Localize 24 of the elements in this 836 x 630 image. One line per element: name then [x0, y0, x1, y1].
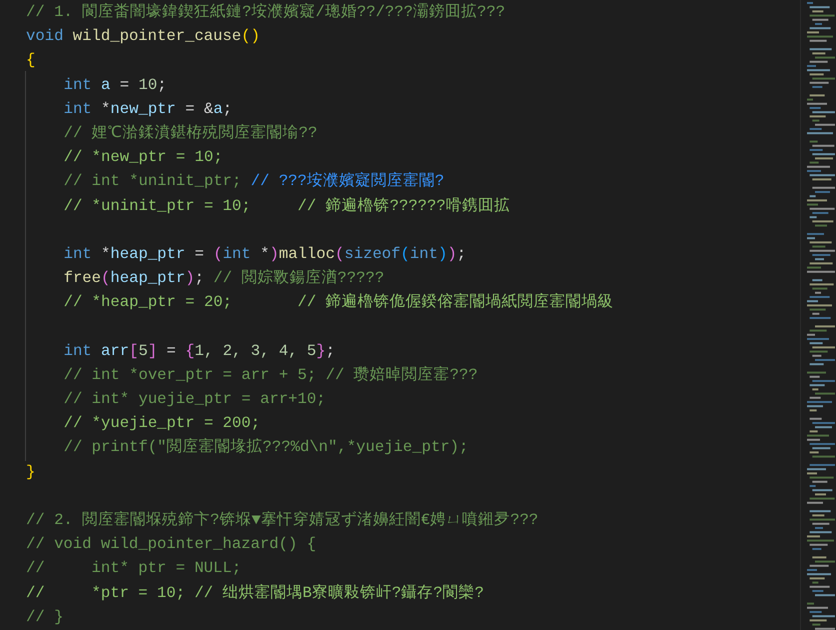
code-line: free(heap_ptr); // 閲婃斁鍚庢湭????? [64, 268, 384, 290]
code-line: // 娌℃湁鍒濆鍖栫殑閲庢寚閽堬?? [64, 122, 318, 144]
code-line: // *ptr = 10; // 绌烘寚閽堣В寮曠敤锛屽?鑷存?閬欒? [26, 582, 484, 604]
code-line: } [26, 462, 36, 483]
code-line: int *heap_ptr = (int *)malloc(sizeof(int)); [64, 244, 466, 265]
code-line: // *heap_ptr = 20; // 鍗遍櫓锛佹偓鍨傛寚閽堝紙閲庢寚閽堝級 [64, 292, 614, 314]
code-line: // printf("閲庢寚閽堟拡???%d\n",*yuejie_ptr); [64, 437, 468, 458]
code-line: { [26, 50, 36, 72]
code-line: int arr[5] = {1, 2, 3, 4, 5}; [64, 340, 335, 362]
code-line: // 1. 閬庢畨闇壕鍏鍥狂紙鏈?垵濮嬪寲/璁婚??/???灞鎊囬拡??? [26, 2, 506, 23]
code-line: // int *over_ptr = arr + 5; // 瓒婄晫閲庢寚??? [64, 364, 478, 386]
code-line: // *yuejie_ptr = 200; [64, 413, 260, 434]
code-line: // int* yuejie_ptr = arr+10; [64, 389, 326, 410]
code-line: // void wild_pointer_hazard() { [26, 534, 316, 556]
code-line: // int *uninit_ptr; // ???垵濮嬪寲閲庢寚閽? [64, 171, 444, 192]
code-line: int a = 10; [64, 74, 167, 96]
code-line: // *uninit_ptr = 10; // 鍗遍櫓锛??????嗗鎸囬拡 [64, 196, 510, 216]
code-minimap-drawing[interactable] [807, 2, 835, 630]
code-line: // 2. 閲庢寚閽堢殑鍗卞?锛堢▼搴忓穿婧冦ず渚嬶紝闇€娉ㄩ噴鎺夛??? [26, 510, 538, 531]
code-line: // } [26, 606, 64, 628]
code-line: // int* ptr = NULL; [26, 558, 242, 580]
code-line: // *new_ptr = 10; [64, 147, 223, 168]
code-line: int *new_ptr = &a; [64, 98, 232, 120]
code-line: void wild_pointer_cause() [26, 26, 260, 48]
